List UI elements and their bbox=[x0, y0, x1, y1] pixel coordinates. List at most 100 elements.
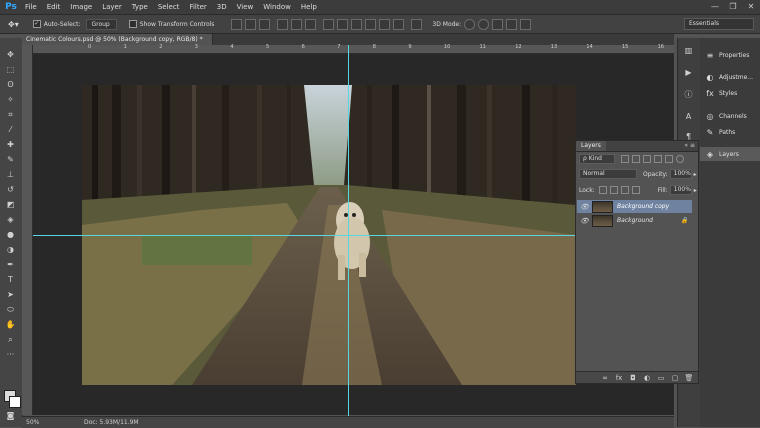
align-vcenter-icon[interactable] bbox=[245, 18, 257, 30]
dock-item-properties[interactable]: ≡ Properties bbox=[700, 48, 760, 62]
new-group-icon[interactable]: ▭ bbox=[656, 374, 666, 382]
opacity-input[interactable]: 100% bbox=[669, 169, 692, 179]
layer-lock-icon[interactable]: 🔒 bbox=[681, 217, 688, 224]
dock-item-styles[interactable]: fx Styles bbox=[700, 86, 760, 100]
align-right-icon[interactable] bbox=[305, 18, 317, 30]
menu-type[interactable]: Type bbox=[127, 0, 153, 14]
opacity-arrow-icon[interactable]: ▸ bbox=[694, 171, 697, 178]
horizontal-ruler[interactable]: 01234567891011121314151617 bbox=[32, 44, 700, 54]
layer-row[interactable]: 👁 Background copy bbox=[577, 200, 692, 213]
distribute-vcenter-icon[interactable] bbox=[337, 18, 349, 30]
lock-position-icon[interactable] bbox=[620, 186, 629, 194]
menu-select[interactable]: Select bbox=[153, 0, 185, 14]
layer-filter-kind-dropdown[interactable]: ρ Kind bbox=[579, 154, 615, 164]
align-bottom-icon[interactable] bbox=[259, 18, 271, 30]
3d-drag-icon[interactable] bbox=[492, 18, 504, 30]
fill-input[interactable]: 100% bbox=[669, 185, 692, 195]
auto-align-icon[interactable] bbox=[411, 18, 423, 30]
filter-smart-object-icon[interactable] bbox=[665, 155, 673, 163]
layer-style-icon[interactable]: fx bbox=[614, 374, 624, 382]
menu-edit[interactable]: Edit bbox=[42, 0, 66, 14]
dock-item-channels[interactable]: ◎ Channels bbox=[700, 109, 760, 123]
panel-menu-icon[interactable]: « ≡ bbox=[684, 141, 695, 151]
show-transform-toggle[interactable]: Show Transform Controls bbox=[128, 20, 214, 28]
distribute-bottom-icon[interactable] bbox=[351, 18, 363, 30]
3d-rotate-icon[interactable] bbox=[464, 18, 476, 30]
3d-roll-icon[interactable] bbox=[478, 18, 490, 30]
crop-tool-icon[interactable]: ⌗ bbox=[5, 110, 16, 119]
document-tab[interactable]: Cinematic Colours.psd @ 50% (Background … bbox=[22, 34, 213, 54]
dock-item-layers[interactable]: ◈ Layers bbox=[700, 147, 760, 161]
visibility-eye-icon[interactable]: 👁 bbox=[580, 217, 589, 225]
blend-mode-dropdown[interactable]: Normal bbox=[579, 169, 637, 179]
menu-filter[interactable]: Filter bbox=[184, 0, 211, 14]
paint-bucket-tool-icon[interactable]: ◈ bbox=[5, 215, 16, 224]
dock-item-paths[interactable]: ✎ Paths bbox=[700, 125, 760, 139]
align-left-icon[interactable] bbox=[277, 18, 289, 30]
marquee-tool-icon[interactable]: ⬚ bbox=[5, 65, 16, 74]
restore-button[interactable]: ❐ bbox=[724, 0, 742, 14]
edit-toolbar-icon[interactable]: ··· bbox=[5, 350, 16, 359]
visibility-eye-icon[interactable]: 👁 bbox=[580, 203, 589, 211]
3d-scale-icon[interactable] bbox=[520, 18, 532, 30]
move-tool-icon[interactable]: ✥ bbox=[5, 50, 16, 59]
path-selection-tool-icon[interactable]: ➤ bbox=[5, 290, 16, 299]
pen-tool-icon[interactable]: ✒ bbox=[5, 260, 16, 269]
add-mask-icon[interactable]: ◘ bbox=[628, 374, 638, 382]
info-panel-icon[interactable]: ⓘ bbox=[683, 90, 694, 100]
filter-shape-icon[interactable] bbox=[654, 155, 662, 163]
delete-layer-icon[interactable]: 🗑 bbox=[684, 374, 694, 382]
move-tool-preset[interactable]: ✥▾ bbox=[8, 20, 19, 29]
history-brush-tool-icon[interactable]: ↺ bbox=[5, 185, 16, 194]
shape-tool-icon[interactable]: ⬭ bbox=[5, 305, 16, 314]
layer-row[interactable]: 👁 Background 🔒 bbox=[577, 214, 692, 227]
quick-mask-icon[interactable]: ◙ bbox=[5, 411, 16, 420]
type-tool-icon[interactable]: T bbox=[5, 275, 16, 284]
link-layers-icon[interactable]: ∞ bbox=[600, 374, 610, 382]
new-layer-icon[interactable]: ▢ bbox=[670, 374, 680, 382]
adjustment-layer-icon[interactable]: ◐ bbox=[642, 374, 652, 382]
healing-brush-tool-icon[interactable]: ✚ bbox=[5, 140, 16, 149]
horizontal-guide[interactable] bbox=[33, 235, 575, 236]
menu-3d[interactable]: 3D bbox=[212, 0, 232, 14]
clone-stamp-tool-icon[interactable]: ⊥ bbox=[5, 170, 16, 179]
menu-file[interactable]: File bbox=[20, 0, 42, 14]
filter-toggle-icon[interactable] bbox=[676, 155, 684, 163]
layers-tab[interactable]: Layers bbox=[576, 141, 606, 151]
vertical-ruler[interactable] bbox=[22, 45, 33, 415]
lasso-tool-icon[interactable]: ʘ bbox=[5, 80, 16, 89]
menu-view[interactable]: View bbox=[232, 0, 259, 14]
filter-adjustment-icon[interactable] bbox=[632, 155, 640, 163]
fill-arrow-icon[interactable]: ▸ bbox=[694, 187, 697, 194]
blur-tool-icon[interactable]: ● bbox=[5, 230, 16, 239]
lock-transparent-icon[interactable] bbox=[598, 186, 607, 194]
lock-pixels-icon[interactable] bbox=[609, 186, 618, 194]
character-panel-icon[interactable]: A bbox=[683, 112, 694, 122]
workspace-dropdown[interactable]: Essentials bbox=[684, 18, 754, 30]
filter-type-icon[interactable] bbox=[643, 155, 651, 163]
hand-tool-icon[interactable]: ✋ bbox=[5, 320, 16, 329]
show-transform-checkbox[interactable] bbox=[128, 20, 137, 28]
dock-item-adjustme[interactable]: ◐ Adjustme... bbox=[700, 70, 760, 84]
align-hcenter-icon[interactable] bbox=[291, 18, 303, 30]
zoom-level[interactable]: 50% bbox=[26, 417, 39, 428]
distribute-hcenter-icon[interactable] bbox=[379, 18, 391, 30]
auto-select-toggle[interactable]: ✓ Auto-Select: bbox=[32, 20, 80, 28]
vertical-guide[interactable] bbox=[348, 45, 349, 416]
distribute-right-icon[interactable] bbox=[393, 18, 405, 30]
auto-select-checkbox[interactable]: ✓ bbox=[32, 20, 41, 28]
actions-panel-icon[interactable]: ▶ bbox=[683, 68, 694, 78]
align-top-icon[interactable] bbox=[231, 18, 243, 30]
menu-window[interactable]: Window bbox=[258, 0, 296, 14]
history-panel-icon[interactable]: ▥ bbox=[683, 46, 694, 56]
eraser-tool-icon[interactable]: ◩ bbox=[5, 200, 16, 209]
filter-pixel-icon[interactable] bbox=[621, 155, 629, 163]
minimize-button[interactable]: — bbox=[706, 0, 724, 14]
quick-select-tool-icon[interactable]: ✧ bbox=[5, 95, 16, 104]
zoom-tool-icon[interactable]: ⌕ bbox=[5, 335, 16, 344]
dodge-tool-icon[interactable]: ◑ bbox=[5, 245, 16, 254]
distribute-left-icon[interactable] bbox=[365, 18, 377, 30]
auto-select-mode-dropdown[interactable]: Group bbox=[86, 18, 117, 30]
menu-help[interactable]: Help bbox=[296, 0, 322, 14]
close-button[interactable]: ✕ bbox=[742, 0, 760, 14]
